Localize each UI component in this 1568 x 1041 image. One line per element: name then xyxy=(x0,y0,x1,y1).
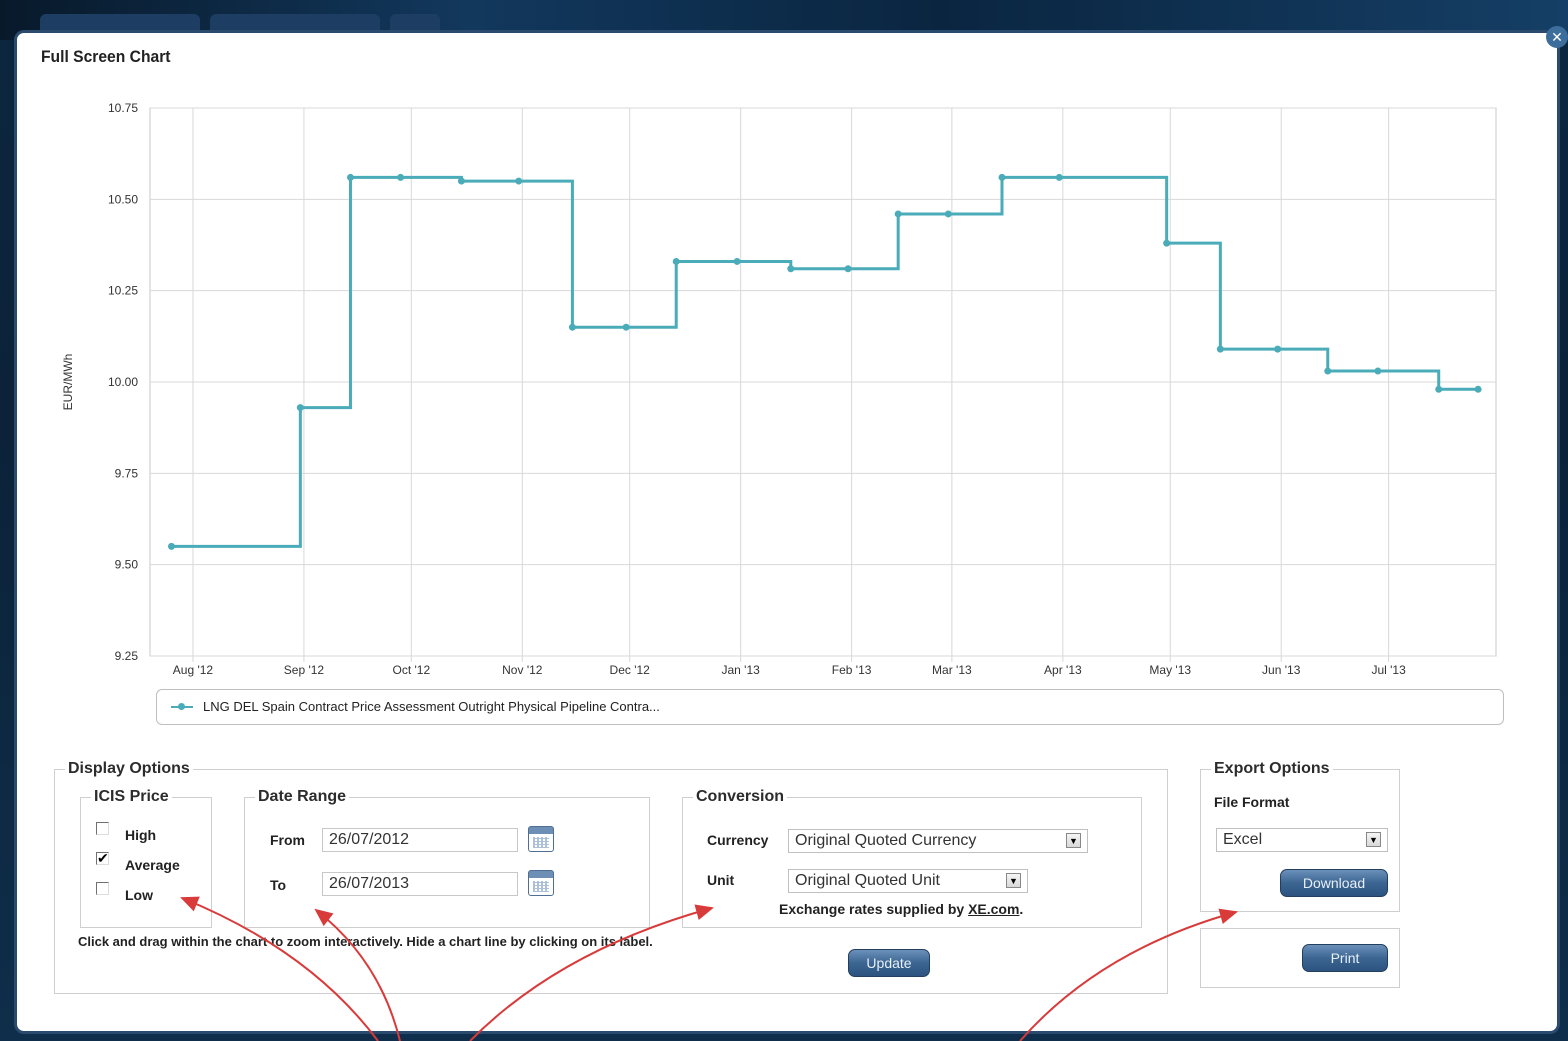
annotation-arrow xyxy=(1019,908,1238,1041)
annotation-arrow xyxy=(314,908,401,1041)
annotation-arrows xyxy=(180,896,1238,1041)
annotation-arrow xyxy=(180,896,379,1041)
annotation-arrow xyxy=(469,904,714,1041)
